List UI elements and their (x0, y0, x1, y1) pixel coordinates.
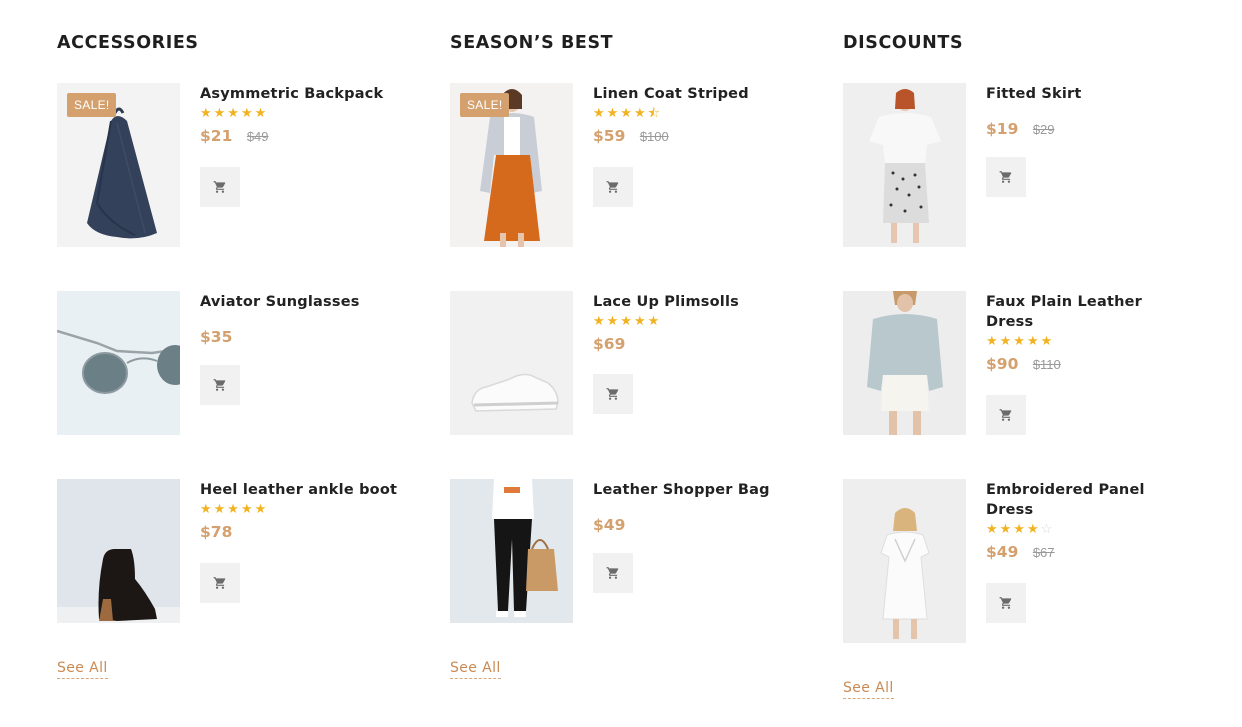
column-title: DISCOUNTS (843, 33, 964, 53)
product-price: $69 (593, 335, 626, 353)
price-row: $78 (200, 523, 400, 543)
star-rating: ★★★★★ (200, 106, 400, 120)
cart-icon (999, 171, 1012, 183)
product-info: Heel leather ankle boot ★★★★★ $78 (200, 479, 400, 603)
star-rating: ★★★★★ (593, 314, 793, 328)
cart-icon (213, 379, 226, 391)
product-name[interactable]: Embroidered Panel Dress (986, 480, 1186, 520)
product-name[interactable]: Leather Shopper Bag (593, 480, 793, 500)
star-icon: ★★★★★ (200, 105, 269, 120)
add-to-cart-button[interactable] (986, 395, 1026, 435)
price-row: $19 $29 (986, 120, 1186, 140)
product-name[interactable]: Fitted Skirt (986, 84, 1186, 104)
product-price: $78 (200, 523, 233, 541)
product-price: $49 (593, 516, 626, 534)
price-row: $49 (593, 516, 793, 536)
product-image[interactable]: SALE! (57, 83, 180, 247)
sale-badge: SALE! (460, 93, 509, 117)
star-rating: ★★★★☆ (986, 522, 1186, 536)
product-info: Linen Coat Striped ★★★★⯪ $59 $100 (593, 83, 793, 207)
add-to-cart-button[interactable] (200, 365, 240, 405)
product-image[interactable] (843, 83, 966, 247)
product-name[interactable]: Lace Up Plimsolls (593, 292, 793, 312)
add-to-cart-button[interactable] (986, 157, 1026, 197)
price-row: $59 $100 (593, 127, 793, 147)
column-title: SEASON’S BEST (450, 33, 614, 53)
original-price: $100 (639, 128, 669, 144)
star-empty-icon: ☆ (1040, 521, 1055, 536)
add-to-cart-button[interactable] (200, 167, 240, 207)
product-image[interactable] (450, 291, 573, 435)
product-image[interactable] (57, 291, 180, 435)
price-row: $69 (593, 335, 793, 355)
product-info: Asymmetric Backpack ★★★★★ $21 $49 (200, 83, 400, 207)
product-name[interactable]: Faux Plain Leather Dress (986, 292, 1186, 332)
star-rating: ★★★★★ (200, 502, 400, 516)
add-to-cart-button[interactable] (986, 583, 1026, 623)
star-icon: ★★★★ (986, 521, 1041, 536)
star-rating: ★★★★⯪ (593, 106, 793, 120)
product-name[interactable]: Asymmetric Backpack (200, 84, 400, 104)
product-info: Embroidered Panel Dress ★★★★☆ $49 $67 (986, 479, 1186, 623)
see-all-link[interactable]: See All (843, 680, 894, 699)
add-to-cart-button[interactable] (593, 553, 633, 593)
see-all-link[interactable]: See All (57, 660, 108, 679)
original-price: $49 (246, 128, 269, 144)
product-name[interactable]: Heel leather ankle boot (200, 480, 400, 500)
add-to-cart-button[interactable] (593, 167, 633, 207)
product-price: $59 (593, 127, 626, 145)
product-price: $49 (986, 543, 1019, 561)
product-image[interactable] (843, 291, 966, 435)
original-price: $67 (1032, 544, 1055, 560)
see-all-link[interactable]: See All (450, 660, 501, 679)
add-to-cart-button[interactable] (593, 374, 633, 414)
star-icon: ★★★★★ (200, 501, 269, 516)
product-price: $90 (986, 355, 1019, 373)
product-info: Leather Shopper Bag $49 (593, 479, 793, 593)
price-row: $90 $110 (986, 355, 1186, 375)
cart-icon (606, 567, 619, 579)
cart-icon (213, 181, 226, 193)
star-icon: ★★★★★ (986, 333, 1055, 348)
product-price: $19 (986, 120, 1019, 138)
product-name[interactable]: Linen Coat Striped (593, 84, 793, 104)
price-row: $49 $67 (986, 543, 1186, 563)
add-to-cart-button[interactable] (200, 563, 240, 603)
star-icon: ★★★★★ (593, 313, 662, 328)
original-price: $29 (1032, 121, 1055, 137)
product-info: Faux Plain Leather Dress ★★★★★ $90 $110 (986, 291, 1186, 435)
product-name[interactable]: Aviator Sunglasses (200, 292, 400, 312)
price-row: $35 (200, 328, 400, 348)
cart-icon (606, 181, 619, 193)
product-image[interactable] (843, 479, 966, 643)
product-info: Fitted Skirt $19 $29 (986, 83, 1186, 197)
sale-badge: SALE! (67, 93, 116, 117)
product-image[interactable] (450, 479, 573, 623)
star-rating: ★★★★★ (986, 334, 1186, 348)
product-info: Lace Up Plimsolls ★★★★★ $69 (593, 291, 793, 414)
cart-icon (213, 577, 226, 589)
original-price: $110 (1032, 356, 1061, 372)
price-row: $21 $49 (200, 127, 400, 147)
star-icon: ★★★★⯪ (593, 105, 662, 120)
product-price: $21 (200, 127, 233, 145)
cart-icon (999, 409, 1012, 421)
product-image[interactable]: SALE! (450, 83, 573, 247)
column-title: ACCESSORIES (57, 33, 199, 53)
product-price: $35 (200, 328, 233, 346)
product-info: Aviator Sunglasses $35 (200, 291, 400, 405)
cart-icon (999, 597, 1012, 609)
cart-icon (606, 388, 619, 400)
product-image[interactable] (57, 479, 180, 623)
